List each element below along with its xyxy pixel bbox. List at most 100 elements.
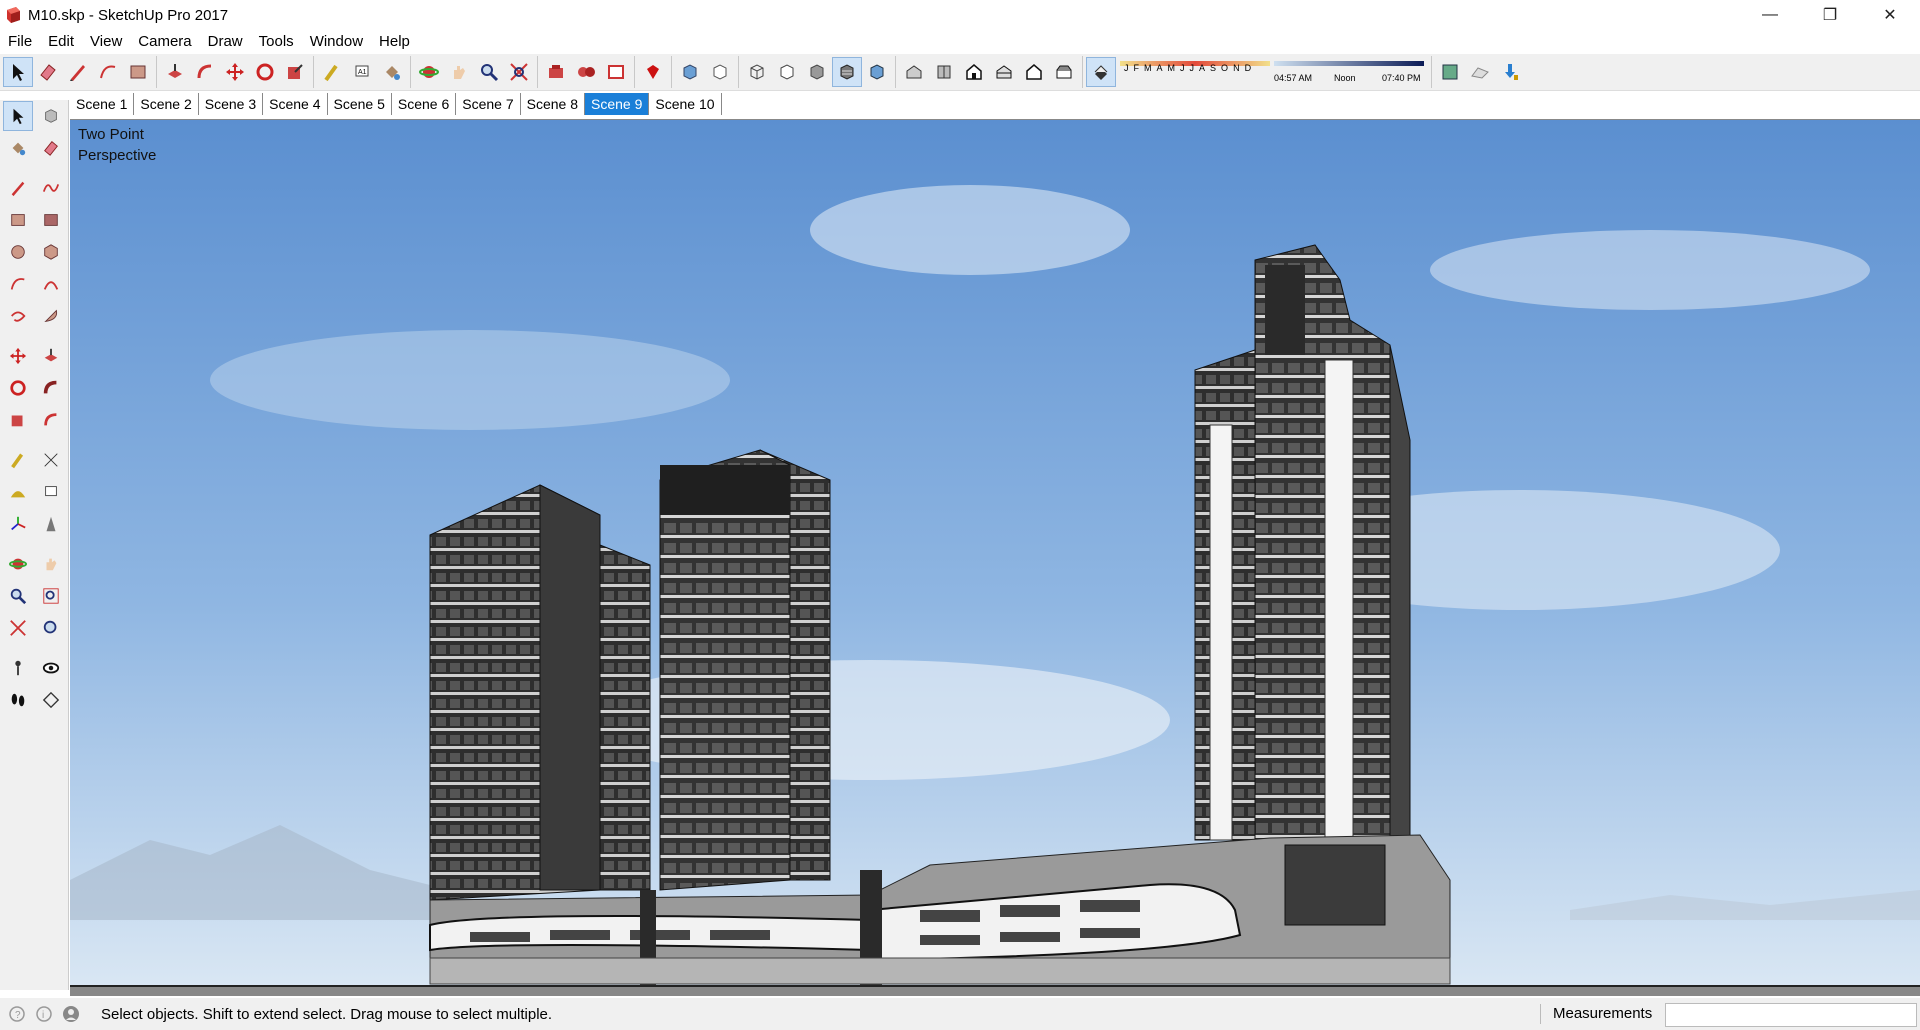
palette-offset-button[interactable]	[36, 405, 66, 435]
palette-polygon-button[interactable]	[36, 237, 66, 267]
tab-scene-5[interactable]: Scene 5	[328, 93, 392, 115]
palette-select-button[interactable]	[3, 101, 33, 131]
palette-eraser-button[interactable]	[36, 133, 66, 163]
user-account-icon[interactable]	[61, 1004, 81, 1024]
palette-walk-button[interactable]	[3, 685, 33, 715]
photo-textures-button[interactable]	[1495, 57, 1525, 87]
palette-pan-button[interactable]	[36, 549, 66, 579]
palette-previous-view-button[interactable]	[36, 613, 66, 643]
minimize-button[interactable]: —	[1740, 0, 1800, 30]
palette-axes-button[interactable]	[3, 509, 33, 539]
shapes-tool-button[interactable]	[123, 57, 153, 87]
palette-scale-button[interactable]	[3, 405, 33, 435]
time-slider[interactable]: 04:57 AM Noon 07:40 PM	[1274, 57, 1424, 87]
palette-paint-button[interactable]	[3, 133, 33, 163]
palette-move-button[interactable]	[3, 341, 33, 371]
push-pull-button[interactable]	[160, 57, 190, 87]
menu-view[interactable]: View	[82, 33, 130, 50]
palette-push-pull-button[interactable]	[36, 341, 66, 371]
palette-arc-button[interactable]	[3, 269, 33, 299]
menu-window[interactable]: Window	[302, 33, 371, 50]
palette-freehand-button[interactable]	[36, 173, 66, 203]
palette-rotated-rectangle-button[interactable]	[36, 205, 66, 235]
paint-bucket-button[interactable]	[377, 57, 407, 87]
palette-zoom-button[interactable]	[3, 581, 33, 611]
pan-button[interactable]	[444, 57, 474, 87]
tab-scene-7[interactable]: Scene 7	[456, 93, 521, 115]
offset-button[interactable]	[190, 57, 220, 87]
tab-scene-6[interactable]: Scene 6	[392, 93, 457, 115]
line-tool-button[interactable]	[63, 57, 93, 87]
palette-component-button[interactable]	[36, 101, 66, 131]
extension-warehouse-button[interactable]	[571, 57, 601, 87]
model-viewport[interactable]: Two Point Perspective	[70, 119, 1920, 996]
top-view-button[interactable]	[929, 57, 959, 87]
palette-circle-button[interactable]	[3, 237, 33, 267]
credits-icon[interactable]: i	[34, 1004, 54, 1024]
measurements-input[interactable]	[1665, 1003, 1917, 1027]
back-view-button[interactable]	[1019, 57, 1049, 87]
menu-tools[interactable]: Tools	[251, 33, 302, 50]
menu-camera[interactable]: Camera	[130, 33, 199, 50]
close-button[interactable]: ✕	[1860, 0, 1920, 30]
tab-scene-2[interactable]: Scene 2	[134, 93, 199, 115]
select-tool-button[interactable]	[3, 57, 33, 87]
wireframe-button[interactable]	[742, 57, 772, 87]
menu-edit[interactable]: Edit	[40, 33, 82, 50]
palette-2point-arc-button[interactable]	[36, 269, 66, 299]
palette-orbit-button[interactable]	[3, 549, 33, 579]
arc-tool-button[interactable]	[93, 57, 123, 87]
orbit-button[interactable]	[414, 57, 444, 87]
iso-view-button[interactable]	[899, 57, 929, 87]
palette-rectangle-button[interactable]	[3, 205, 33, 235]
scale-button[interactable]	[280, 57, 310, 87]
tab-scene-8[interactable]: Scene 8	[521, 93, 585, 115]
toggle-terrain-button[interactable]	[1465, 57, 1495, 87]
geo-location-icon[interactable]: ?	[7, 1004, 27, 1024]
menu-help[interactable]: Help	[371, 33, 418, 50]
extension-manager-button[interactable]	[638, 57, 668, 87]
palette-dimension-button[interactable]	[36, 445, 66, 475]
tab-scene-10[interactable]: Scene 10	[649, 93, 722, 115]
right-view-button[interactable]	[989, 57, 1019, 87]
palette-zoom-extents-button[interactable]	[3, 613, 33, 643]
tab-scene-3[interactable]: Scene 3	[199, 93, 264, 115]
eraser-tool-button[interactable]	[33, 57, 63, 87]
palette-3point-arc-button[interactable]	[3, 301, 33, 331]
palette-3d-text-button[interactable]	[36, 509, 66, 539]
palette-follow-me-button[interactable]	[36, 373, 66, 403]
text-button[interactable]: A1	[347, 57, 377, 87]
monochrome-button[interactable]	[862, 57, 892, 87]
xray-button[interactable]	[675, 57, 705, 87]
zoom-extents-button[interactable]	[504, 57, 534, 87]
maximize-button[interactable]: ❐	[1800, 0, 1860, 30]
palette-line-button[interactable]	[3, 173, 33, 203]
palette-tape-measure-button[interactable]	[3, 445, 33, 475]
tab-scene-9[interactable]: Scene 9	[585, 93, 650, 115]
tab-scene-4[interactable]: Scene 4	[263, 93, 328, 115]
palette-look-around-button[interactable]	[36, 653, 66, 683]
left-view-button[interactable]	[1049, 57, 1079, 87]
menu-draw[interactable]: Draw	[200, 33, 251, 50]
menu-file[interactable]: File	[0, 33, 40, 50]
hidden-line-button[interactable]	[772, 57, 802, 87]
tape-measure-button[interactable]	[317, 57, 347, 87]
palette-pie-button[interactable]	[36, 301, 66, 331]
shadows-toggle-button[interactable]	[1086, 57, 1116, 87]
rotate-button[interactable]	[250, 57, 280, 87]
shaded-button[interactable]	[802, 57, 832, 87]
layout-button[interactable]	[601, 57, 631, 87]
zoom-button[interactable]	[474, 57, 504, 87]
palette-section-plane-button[interactable]	[36, 685, 66, 715]
month-slider[interactable]: J F M A M J J A S O N D	[1120, 57, 1270, 87]
palette-position-camera-button[interactable]	[3, 653, 33, 683]
shaded-textures-button[interactable]	[832, 57, 862, 87]
palette-protractor-button[interactable]	[3, 477, 33, 507]
front-view-button[interactable]	[959, 57, 989, 87]
palette-zoom-window-button[interactable]	[36, 581, 66, 611]
3d-warehouse-button[interactable]	[541, 57, 571, 87]
move-button[interactable]	[220, 57, 250, 87]
add-location-button[interactable]	[1435, 57, 1465, 87]
palette-rotate-button[interactable]	[3, 373, 33, 403]
tab-scene-1[interactable]: Scene 1	[70, 93, 135, 115]
